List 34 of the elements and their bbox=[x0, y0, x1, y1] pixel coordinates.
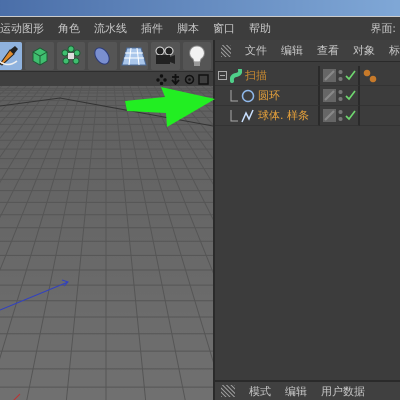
panel-grip-icon[interactable] bbox=[221, 44, 231, 56]
tree-line-icon bbox=[230, 90, 238, 102]
check-icon[interactable] bbox=[345, 90, 356, 101]
object-name[interactable]: 扫描 bbox=[245, 68, 267, 83]
layout-label: 界面: bbox=[370, 21, 396, 36]
object-name[interactable]: 圆环 bbox=[258, 88, 280, 103]
menu-item[interactable]: 运动图形 bbox=[0, 21, 44, 36]
menu-item[interactable]: 编辑 bbox=[281, 43, 303, 58]
menu-item[interactable]: 标 bbox=[389, 43, 400, 58]
object-name[interactable]: 球体. 样条 bbox=[258, 108, 309, 123]
menu-item[interactable]: 脚本 bbox=[177, 21, 199, 36]
tree-line-icon bbox=[230, 110, 238, 122]
menu-item[interactable]: 文件 bbox=[245, 43, 267, 58]
menu-item[interactable]: 窗口 bbox=[213, 21, 235, 36]
menu-item[interactable]: 编辑 bbox=[285, 384, 307, 398]
sweep-object-icon bbox=[230, 68, 242, 82]
menu-item[interactable]: 插件 bbox=[141, 21, 163, 36]
spline-icon bbox=[241, 108, 255, 122]
panel-grip-icon[interactable] bbox=[221, 385, 235, 397]
visibility-dots-icon[interactable] bbox=[338, 69, 343, 82]
menu-item[interactable]: 流水线 bbox=[94, 21, 127, 36]
check-icon[interactable] bbox=[345, 70, 356, 81]
menu-item[interactable]: 查看 bbox=[317, 43, 339, 58]
circle-spline-icon bbox=[241, 88, 255, 102]
menu-item[interactable]: 模式 bbox=[249, 384, 271, 398]
menu-item[interactable]: 角色 bbox=[58, 21, 80, 36]
visibility-dots-icon[interactable] bbox=[338, 89, 343, 102]
menu-item[interactable]: 帮助 bbox=[249, 21, 271, 36]
visibility-dots-icon[interactable] bbox=[338, 109, 343, 122]
menu-item[interactable]: 对象 bbox=[353, 43, 375, 58]
menu-item[interactable]: 用户数据 bbox=[321, 384, 365, 398]
collapse-icon[interactable] bbox=[218, 71, 227, 80]
tag-spheres-icon[interactable] bbox=[363, 68, 377, 82]
check-icon[interactable] bbox=[345, 110, 356, 121]
